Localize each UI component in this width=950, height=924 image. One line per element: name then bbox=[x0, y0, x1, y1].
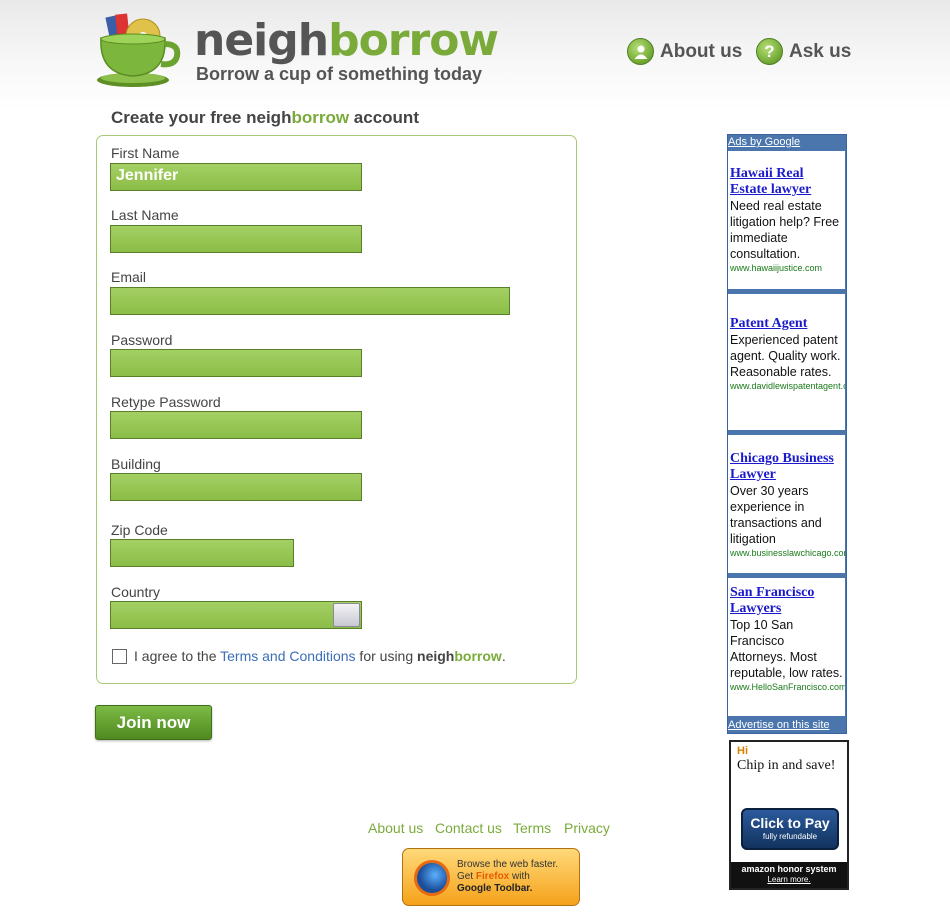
agree-middle: for using bbox=[355, 648, 418, 664]
amazon-honor-label: amazon honor system bbox=[741, 864, 837, 874]
join-now-button[interactable]: Join now bbox=[95, 705, 212, 740]
question-icon: ? bbox=[756, 38, 783, 65]
amazon-footer: amazon honor system Learn more. bbox=[731, 862, 847, 888]
footer-link-privacy[interactable]: Privacy bbox=[564, 820, 610, 836]
header-about-link[interactable]: About us bbox=[627, 38, 742, 65]
footer-link-about[interactable]: About us bbox=[368, 820, 423, 836]
pay-title: Click to Pay bbox=[750, 815, 830, 831]
zip-code-field[interactable] bbox=[110, 539, 294, 567]
firefox-icon bbox=[414, 860, 450, 896]
form-title-prefix: Create your free bbox=[111, 108, 247, 127]
form-title-neigh: neigh bbox=[246, 108, 292, 127]
click-to-pay-button[interactable]: Click to Pay fully refundable bbox=[741, 808, 839, 850]
ads-by-google-link[interactable]: Ads by Google bbox=[728, 136, 800, 148]
ad-item[interactable]: Patent Agent Experienced patent agent. Q… bbox=[728, 294, 845, 430]
pay-subtitle: fully refundable bbox=[762, 832, 818, 841]
agree-end: . bbox=[501, 648, 506, 664]
email-label: Email bbox=[111, 269, 147, 285]
ad-item[interactable]: Chicago Business Lawyer Over 30 years ex… bbox=[728, 435, 845, 573]
ad-url[interactable]: www.businesslawchicago.com bbox=[730, 547, 845, 559]
form-title: Create your free neighborrow account bbox=[111, 108, 419, 128]
ad-body: Experienced patent agent. Quality work. … bbox=[730, 333, 841, 379]
ad-item[interactable]: Hawaii Real Estate lawyer Need real esta… bbox=[728, 151, 845, 289]
firefox-line3: Google Toolbar. bbox=[457, 883, 533, 894]
ad-body: Need real estate litigation help? Free i… bbox=[730, 199, 840, 261]
building-field[interactable] bbox=[110, 473, 362, 501]
agree-brand-neigh: neigh bbox=[417, 648, 455, 664]
password-field[interactable] bbox=[110, 349, 362, 377]
amazon-honor-widget[interactable]: Hi Chip in and save! Click to Pay fully … bbox=[729, 740, 849, 890]
country-dropdown-button[interactable] bbox=[333, 603, 360, 627]
amazon-learn-more-link[interactable]: Learn more. bbox=[731, 875, 847, 885]
header-ask-label: Ask us bbox=[789, 40, 852, 62]
ad-body: Top 10 San Francisco Attorneys. Most rep… bbox=[730, 618, 843, 680]
firefox-name: Firefox bbox=[475, 871, 510, 882]
logo-cup-icon[interactable] bbox=[95, 8, 181, 88]
person-icon bbox=[627, 38, 654, 65]
last-name-label: Last Name bbox=[111, 207, 179, 223]
header-about-label: About us bbox=[660, 40, 743, 62]
footer-link-terms[interactable]: Terms bbox=[513, 820, 551, 836]
brand-tagline: Borrow a cup of something today bbox=[196, 64, 483, 84]
last-name-field[interactable] bbox=[110, 225, 362, 253]
brand-logo[interactable]: neighborrow bbox=[194, 15, 499, 66]
ad-item[interactable]: San Francisco Lawyers Top 10 San Francis… bbox=[728, 578, 845, 716]
firefox-line2: Get Firefox with bbox=[457, 871, 558, 883]
ad-title[interactable]: Patent Agent bbox=[730, 316, 843, 332]
country-select[interactable] bbox=[110, 601, 362, 629]
agree-brand-borrow: borrow bbox=[454, 648, 502, 664]
terms-link[interactable]: Terms and Conditions bbox=[220, 648, 355, 664]
terms-checkbox[interactable] bbox=[112, 649, 127, 664]
first-name-field[interactable]: Jennifer bbox=[110, 163, 362, 191]
ad-title[interactable]: Hawaii Real Estate lawyer bbox=[730, 166, 843, 198]
header-ask-link[interactable]: ? Ask us bbox=[756, 38, 851, 65]
ad-url[interactable]: www.hawaiijustice.com bbox=[730, 262, 843, 274]
ad-title[interactable]: Chicago Business Lawyer bbox=[730, 451, 843, 483]
zip-code-label: Zip Code bbox=[111, 522, 168, 538]
form-title-suffix: account bbox=[349, 108, 419, 127]
agree-prefix: I agree to the bbox=[134, 648, 221, 664]
advertise-link[interactable]: Advertise on this site bbox=[728, 719, 830, 731]
country-label: Country bbox=[111, 584, 161, 600]
email-field[interactable] bbox=[110, 287, 510, 315]
ad-url[interactable]: www.davidlewispatentagent.com bbox=[730, 380, 845, 392]
brand-name-neigh: neigh bbox=[194, 15, 329, 66]
firefox-banner-text: Browse the web faster. Get Firefox with … bbox=[457, 859, 558, 895]
footer-link-contact[interactable]: Contact us bbox=[435, 820, 502, 836]
ad-title[interactable]: San Francisco Lawyers bbox=[730, 585, 843, 617]
first-name-label: First Name bbox=[111, 145, 180, 161]
firefox-with: with bbox=[509, 871, 530, 882]
retype-password-field[interactable] bbox=[110, 411, 362, 439]
password-label: Password bbox=[111, 332, 173, 348]
ad-url[interactable]: www.HelloSanFrancisco.com bbox=[730, 681, 845, 693]
amazon-hi: Hi bbox=[737, 745, 748, 757]
building-label: Building bbox=[111, 456, 161, 472]
form-title-borrow: borrow bbox=[291, 108, 350, 127]
retype-password-label: Retype Password bbox=[111, 394, 221, 410]
ad-body: Over 30 years experience in transactions… bbox=[730, 484, 822, 546]
brand-name-borrow: borrow bbox=[328, 15, 499, 66]
amazon-chip-text: Chip in and save! bbox=[737, 758, 836, 773]
firefox-get: Get bbox=[457, 871, 476, 882]
firefox-line1: Browse the web faster. bbox=[457, 859, 559, 870]
firefox-toolbar-banner[interactable]: Browse the web faster. Get Firefox with … bbox=[402, 848, 580, 906]
terms-agreement-text: I agree to the Terms and Conditions for … bbox=[134, 648, 506, 664]
